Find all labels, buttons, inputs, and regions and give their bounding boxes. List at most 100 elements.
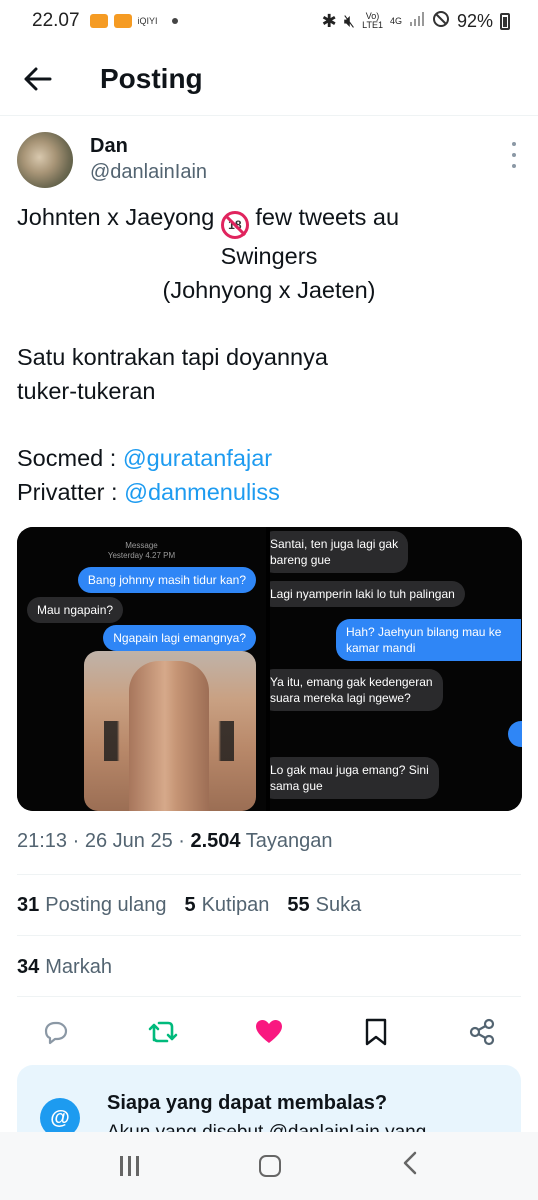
card-title: Siapa yang dapat membalas? [107,1092,388,1114]
socmed-label: Socmed : [17,445,117,471]
reposts-count: 31 [17,894,40,916]
tweet-text-segment: Johnten x Jaeyong [17,204,215,230]
author-name[interactable]: Dan [90,135,128,158]
bookmarks-stat[interactable]: 34 Markah [17,956,112,979]
post-time: 21:13 [17,830,68,852]
engagement-stats: 31 Posting ulang 5 Kutipan 55 Suka [17,894,361,917]
no-under-18-icon: 18 [220,211,249,239]
privatter-label: Privatter : [17,479,118,505]
chat-bubble-line: bareng gue [270,553,331,567]
reply-button[interactable] [39,1015,73,1049]
tweet-line-5: tuker-tukeran [17,378,156,404]
media-image-right[interactable]: Santai, ten juga lagi gak bareng gue Lag… [270,527,522,811]
battery-percent: 92% [456,10,493,31]
bookmark-icon [365,1018,386,1046]
more-options-icon[interactable] [507,142,521,168]
repost-icon [148,1021,177,1043]
likes-stat[interactable]: 55 Suka [287,894,361,917]
views-label: Tayangan [245,830,333,852]
socmed-link[interactable]: @guratanfajar [123,445,272,471]
chat-bubble-received: Ya itu, emang gak kedengeran suara merek… [270,669,443,711]
chat-bubble-received: Lo gak mau juga emang? Sini sama gue [270,757,439,799]
tweet-line-2: Swingers [220,243,318,269]
socmed-line: Socmed : @guratanfajar [17,441,521,475]
network-type: 4G [389,15,402,26]
repost-button[interactable] [146,1015,180,1049]
like-button[interactable] [252,1015,286,1049]
bookmark-button[interactable] [359,1015,393,1049]
iqiyi-label: iQIYI [137,16,158,26]
home-button[interactable] [259,1155,282,1177]
post-timestamp: 21:13 · 26 Jun 25 · 2.504 Tayangan [17,830,333,852]
app-notification-icon [113,14,132,28]
top-app-bar: Posting [0,42,538,116]
battery-icon [500,12,510,30]
system-back-button[interactable] [402,1150,418,1182]
divider [17,996,521,997]
chat-bubble-sent: Hah? Jaehyun bilang mau ke kamar mandi [336,619,522,661]
back-button[interactable] [0,42,76,116]
arrow-left-icon [24,67,52,90]
tweet-line-1: Johnten x Jaeyong 18 few tweets au [17,200,521,239]
bluetooth-icon: ✱ [321,10,337,31]
signal-icon [409,11,425,32]
post-actions [17,1010,521,1054]
views-count: 2.504 [190,830,241,852]
privatter-line: Privatter : @danmenuliss [17,475,521,509]
share-button[interactable] [465,1015,499,1049]
chat-bubble-received: Lagi nyamperin laki lo tuh palingan [270,581,465,607]
chat-bubble-received: Santai, ten juga lagi gak bareng gue [270,531,409,573]
tweet-text-segment: few tweets au [255,204,400,230]
badge-number: 18 [228,218,242,232]
chat-bubble-line: Ya itu, emang gak kedengeran [270,675,433,689]
recents-button[interactable] [120,1156,140,1176]
chat-header-date: Yesterday 4.27 PM [107,551,176,560]
tweet-line-3: (Johnyong x Jaeten) [162,277,376,303]
tweet-line-4: Satu kontrakan tapi doyannya [17,344,328,370]
media-image-left[interactable]: Message Yesterday 4.27 PM Bang johnny ma… [17,527,266,811]
more-notifications-dot [171,18,178,24]
chevron-left-icon [403,1151,417,1175]
quotes-stat[interactable]: 5 Kutipan [184,894,269,917]
chat-bubble-line: sama gue [270,779,323,793]
chat-bubble-line: suara mereka lagi ngewe? [270,691,411,705]
volte-indicator: Vo) LTE1 [362,12,383,30]
post-media: Message Yesterday 4.27 PM Bang johnny ma… [17,527,522,811]
bookmarks-label: Markah [45,956,112,978]
chat-header-title: Message [125,541,158,550]
share-icon [469,1018,495,1046]
quotes-count: 5 [184,894,196,916]
chat-header: Message Yesterday 4.27 PM [17,541,266,561]
post-author: Dan @danlainIain [17,130,521,192]
likes-count: 55 [287,894,310,916]
mute-icon: 🔇︎ [343,10,356,31]
reposts-stat[interactable]: 31 Posting ulang [17,894,166,917]
reply-icon [44,1021,68,1045]
notification-icons: iQIYI [89,14,178,28]
status-time: 22.07 [32,10,80,31]
divider [17,874,521,875]
system-navigation-bar [0,1132,538,1200]
privatter-link[interactable]: @danmenuliss [124,479,280,505]
status-bar: 22.07 iQIYI ✱ 🔇︎ Vo) LTE1 4G 92% [0,0,538,42]
chat-bubble-sent: Bang johnny masih tidur kan? [77,567,256,593]
reposts-label: Posting ulang [45,894,167,916]
avatar[interactable] [17,132,73,188]
page-title: Posting [100,62,203,94]
chat-bubble-received: Mau ngapain? [27,597,124,623]
author-handle[interactable]: @danlainIain [90,161,207,184]
app-notification-icon [89,14,108,28]
quotes-label: Kutipan [201,894,270,916]
heart-icon [256,1020,282,1043]
chat-bubble-sent-partial [508,721,522,747]
bookmarks-count: 34 [17,956,40,978]
lte-label: LTE1 [362,20,383,30]
post-date: 26 Jun 25 [84,830,173,852]
do-not-disturb-icon [432,10,450,33]
divider [17,935,521,936]
bookmark-stats: 34 Markah [17,956,112,979]
post-text: Johnten x Jaeyong 18 few tweets au Swing… [17,200,521,509]
chat-photo [84,651,256,811]
likes-label: Suka [315,894,362,916]
chat-bubble-line: Hah? Jaehyun bilang mau ke [346,625,502,639]
